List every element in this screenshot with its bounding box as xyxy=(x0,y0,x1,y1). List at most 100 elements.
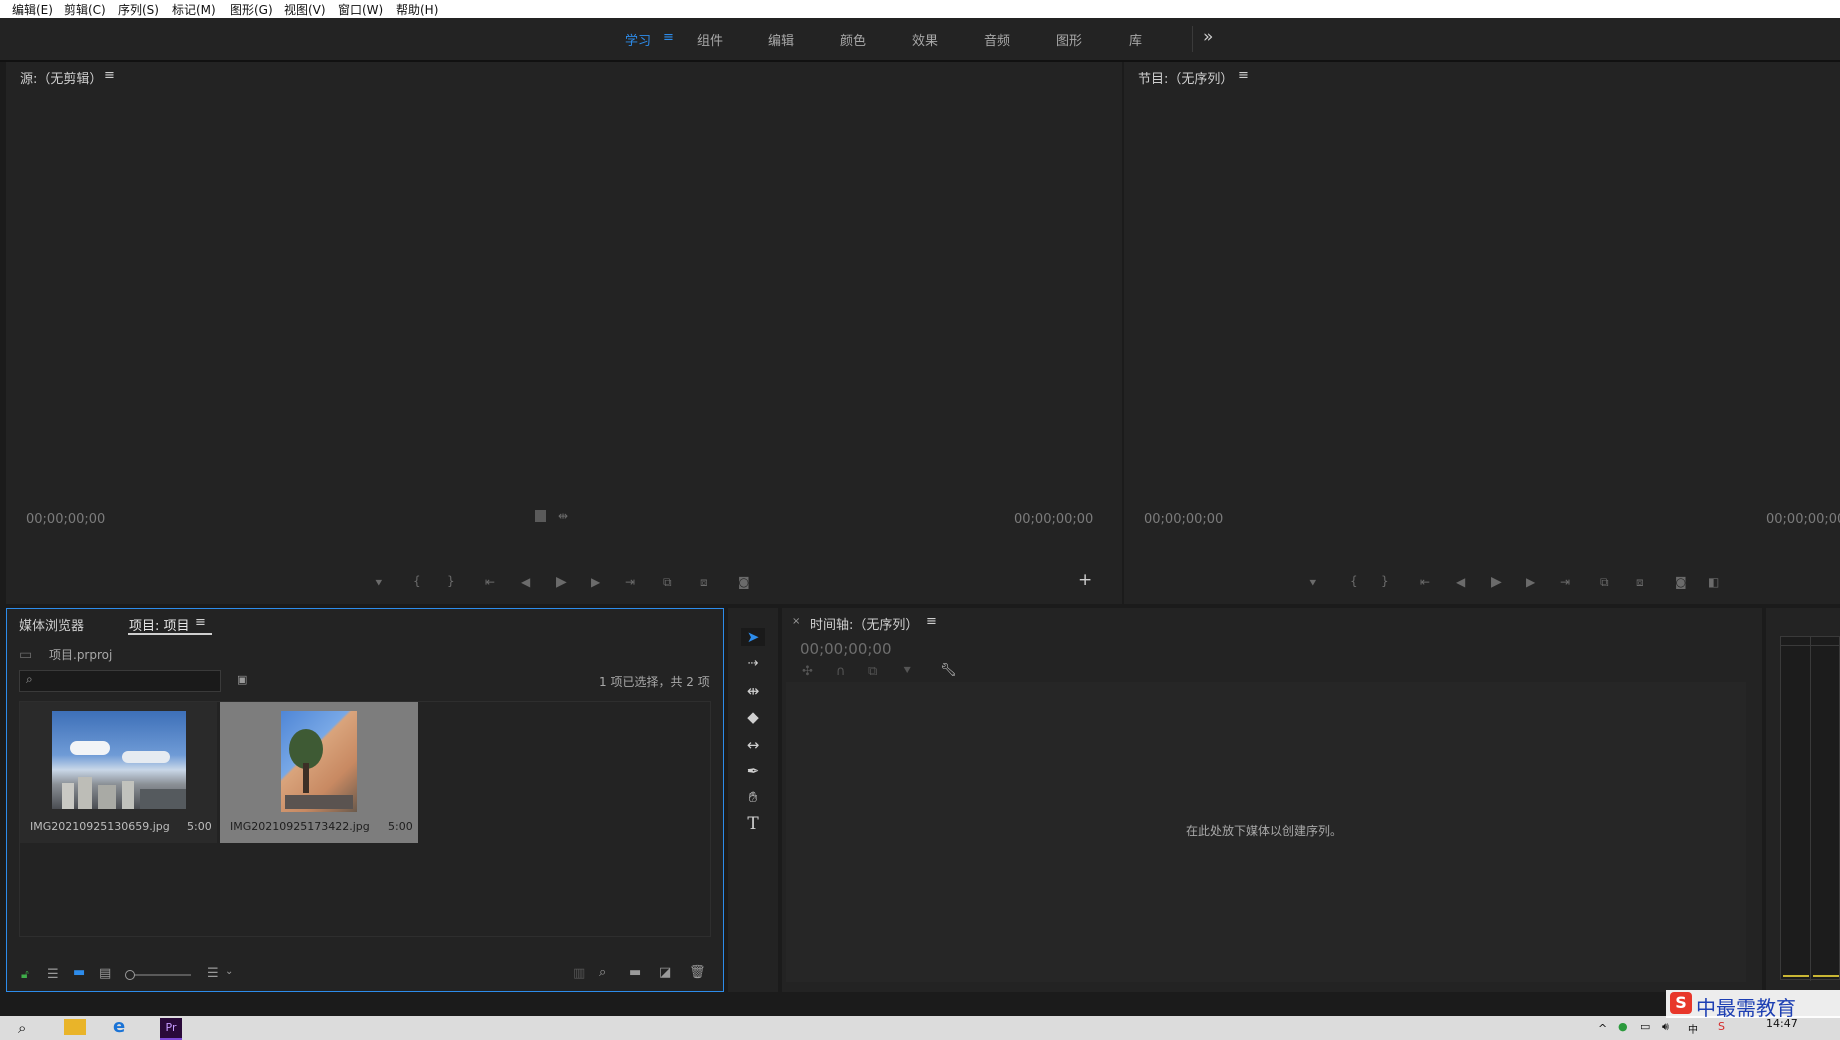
menu-clip[interactable]: 剪辑(C) xyxy=(64,1,106,18)
tab-media-browser[interactable]: 媒体浏览器 xyxy=(19,615,84,634)
menu-view[interactable]: 视图(V) xyxy=(284,1,326,18)
nest-icon[interactable]: ✣ xyxy=(802,664,813,679)
sogou-watermark: S 中最需教育 xyxy=(1666,990,1840,1020)
workspace-audio[interactable]: 音频 xyxy=(984,30,1010,49)
add-marker-icon[interactable]: ⯆ xyxy=(374,576,384,591)
sort-icon[interactable]: ☰ xyxy=(207,966,219,981)
overwrite-icon[interactable]: ⧈ xyxy=(700,575,708,590)
ripple-edit-tool-icon[interactable]: ⇹ xyxy=(741,682,765,700)
timeline-panel-menu-icon[interactable]: ≡ xyxy=(926,614,937,629)
insert-icon[interactable]: ⧉ xyxy=(663,575,672,590)
premiere-pro-icon[interactable]: Pr xyxy=(160,1018,182,1040)
program-go-to-in-icon[interactable]: ⇤ xyxy=(1420,575,1430,589)
menu-markers[interactable]: 标记(M) xyxy=(172,1,216,18)
drag-video-icon[interactable]: ⇹ xyxy=(558,509,568,523)
new-search-bin-icon[interactable]: ▣ xyxy=(237,673,247,686)
volume-icon[interactable]: 🔊︎ xyxy=(1662,1020,1669,1034)
program-go-to-out-icon[interactable]: ⇥ xyxy=(1560,575,1570,589)
go-to-in-icon[interactable]: ⇤ xyxy=(485,575,495,589)
timeline-empty-hint: 在此处放下媒体以创建序列。 xyxy=(1186,824,1343,838)
button-editor-icon[interactable]: + xyxy=(1078,570,1092,590)
program-play-icon[interactable]: ▶ xyxy=(1491,574,1502,590)
mark-in-icon[interactable]: { xyxy=(413,574,421,588)
workspace-menu-icon[interactable]: ≡ xyxy=(663,30,674,45)
comparison-view-icon[interactable]: ◧ xyxy=(1708,575,1719,589)
timeline-timecode[interactable]: 00;00;00;00 xyxy=(800,640,892,658)
search-icon[interactable]: ⌕ xyxy=(18,1019,26,1037)
workspace-learn[interactable]: 学习 xyxy=(625,30,651,49)
lock-icon[interactable]: 🔓︎ xyxy=(21,967,29,982)
workspace-graphics[interactable]: 图形 xyxy=(1056,30,1082,49)
taskbar: ⌕ e Pr ^ ● ▭ 🔊︎ 中 S 14:47 xyxy=(0,1016,1840,1040)
settings-icon[interactable] xyxy=(535,510,546,522)
program-export-frame-icon[interactable]: ◙ xyxy=(1675,575,1687,589)
icon-view-icon[interactable]: ▬ xyxy=(73,965,85,980)
slip-tool-icon[interactable]: ↔ xyxy=(741,736,765,754)
ime-icon[interactable]: 中 xyxy=(1688,1021,1698,1036)
program-monitor: 节目:（无序列） ≡ 00;00;00;00 00;00;00;00 ⯆ { }… xyxy=(1124,62,1840,604)
timeline-drop-area[interactable]: 在此处放下媒体以创建序列。 xyxy=(786,682,1746,982)
program-step-back-icon[interactable]: ◀ xyxy=(1456,575,1465,589)
workspace-assembly[interactable]: 组件 xyxy=(697,30,723,49)
add-marker-icon[interactable]: ⯆ xyxy=(902,664,912,679)
sogou-tray-icon[interactable]: S xyxy=(1718,1020,1725,1033)
workspace-libraries[interactable]: 库 xyxy=(1129,30,1142,49)
chevron-down-icon[interactable]: ⌄ xyxy=(225,966,233,977)
zoom-slider[interactable] xyxy=(125,970,191,980)
list-item[interactable]: IMG20210925173422.jpg 5:00 xyxy=(220,702,418,843)
workspace-overflow-icon[interactable]: » xyxy=(1203,27,1213,47)
network-icon[interactable]: ▭ xyxy=(1640,1020,1650,1033)
clear-icon[interactable]: 🗑︎ xyxy=(689,965,706,980)
pen-tool-icon[interactable]: ✒ xyxy=(741,762,765,780)
automate-sequence-icon[interactable]: ▥ xyxy=(573,966,585,981)
watermark-text: 中最需教育 xyxy=(1696,996,1796,1020)
step-back-icon[interactable]: ◀ xyxy=(521,575,530,589)
program-mark-in-icon[interactable]: { xyxy=(1350,574,1358,588)
list-item[interactable]: IMG20210925130659.jpg 5:00 xyxy=(20,702,217,843)
linked-selection-icon[interactable]: ⧉ xyxy=(868,664,877,679)
program-panel-menu-icon[interactable]: ≡ xyxy=(1238,68,1249,83)
extract-icon[interactable]: ⧈ xyxy=(1636,575,1644,590)
type-tool-icon[interactable]: T xyxy=(741,814,765,834)
menu-edit[interactable]: 编辑(E) xyxy=(12,1,53,18)
lift-icon[interactable]: ⧉ xyxy=(1600,575,1609,590)
workspace-effects[interactable]: 效果 xyxy=(912,30,938,49)
workspace-color[interactable]: 颜色 xyxy=(840,30,866,49)
program-timecode-left[interactable]: 00;00;00;00 xyxy=(1144,512,1223,527)
edge-browser-icon[interactable]: e xyxy=(113,1016,125,1037)
source-monitor: 源:（无剪辑） ≡ 00;00;00;00 00;00;00;00 ⇹ ⯆ { … xyxy=(6,62,1122,604)
wrench-icon[interactable]: 🔧︎ xyxy=(940,663,957,678)
workspace-editing[interactable]: 编辑 xyxy=(768,30,794,49)
step-forward-icon[interactable]: ▶ xyxy=(591,575,600,589)
tray-chevron-up-icon[interactable]: ^ xyxy=(1598,1022,1607,1035)
new-bin-icon[interactable]: ▬ xyxy=(629,965,641,980)
search-input[interactable]: ⌕ xyxy=(19,670,221,692)
play-icon[interactable]: ▶ xyxy=(556,574,567,590)
find-icon[interactable]: ⌕ xyxy=(599,965,606,980)
menu-help[interactable]: 帮助(H) xyxy=(396,1,438,18)
snap-icon[interactable]: ∩ xyxy=(836,664,846,679)
project-panel-menu-icon[interactable]: ≡ xyxy=(195,615,206,630)
selection-tool-icon[interactable]: ➤ xyxy=(741,628,765,646)
tab-project[interactable]: 项目: 项目 xyxy=(129,615,190,634)
track-select-tool-icon[interactable]: ⇢ xyxy=(741,656,765,671)
new-item-icon[interactable]: ◪ xyxy=(659,965,671,980)
source-panel-menu-icon[interactable]: ≡ xyxy=(104,68,115,83)
mark-out-icon[interactable]: } xyxy=(447,574,455,588)
program-mark-out-icon[interactable]: } xyxy=(1381,574,1389,588)
menu-window[interactable]: 窗口(W) xyxy=(338,1,383,18)
program-step-forward-icon[interactable]: ▶ xyxy=(1526,575,1535,589)
go-to-out-icon[interactable]: ⇥ xyxy=(625,575,635,589)
source-timecode-left[interactable]: 00;00;00;00 xyxy=(26,512,105,527)
file-explorer-icon[interactable] xyxy=(64,1019,86,1035)
hand-tool-icon[interactable]: ✋︎ xyxy=(741,788,765,806)
menu-graphics[interactable]: 图形(G) xyxy=(230,1,273,18)
export-frame-icon[interactable]: ◙ xyxy=(738,575,750,589)
list-view-icon[interactable]: ☰ xyxy=(47,967,59,982)
freeform-view-icon[interactable]: ▤ xyxy=(99,966,111,981)
zoom-slider-handle[interactable] xyxy=(125,970,135,980)
close-icon[interactable]: × xyxy=(792,616,800,627)
razor-tool-icon[interactable]: ◆ xyxy=(741,708,765,726)
program-add-marker-icon[interactable]: ⯆ xyxy=(1308,576,1318,591)
menu-sequence[interactable]: 序列(S) xyxy=(118,1,159,18)
